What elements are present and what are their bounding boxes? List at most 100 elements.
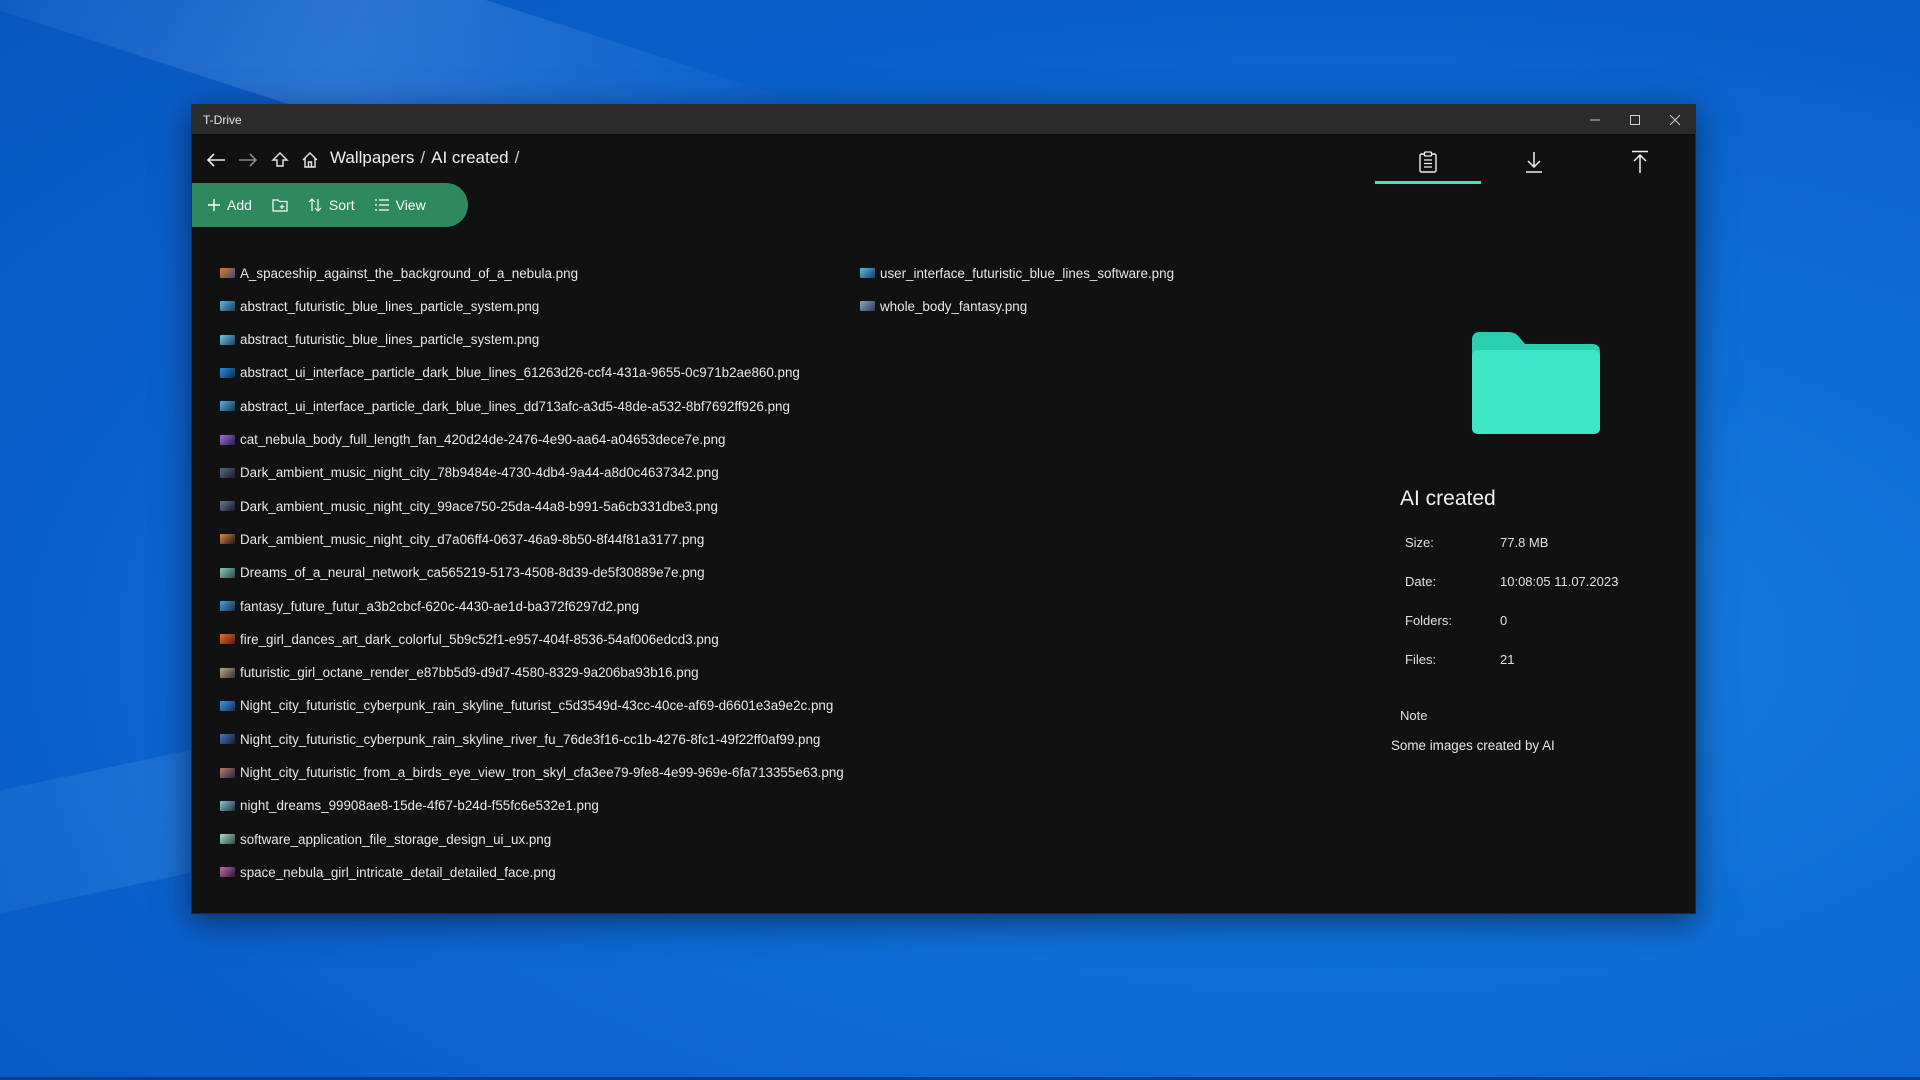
- home-icon: [302, 152, 318, 168]
- image-thumbnail-icon: [220, 501, 235, 512]
- file-item[interactable]: abstract_futuristic_blue_lines_particle_…: [220, 294, 539, 318]
- file-item[interactable]: Dark_ambient_music_night_city_78b9484e-4…: [220, 461, 719, 485]
- file-name: Night_city_futuristic_from_a_birds_eye_v…: [240, 765, 844, 780]
- file-item[interactable]: abstract_futuristic_blue_lines_particle_…: [220, 328, 539, 352]
- add-label: Add: [227, 197, 252, 213]
- image-thumbnail-icon: [220, 734, 235, 745]
- file-name: Dreams_of_a_neural_network_ca565219-5173…: [240, 565, 705, 581]
- file-item[interactable]: fantasy_future_futur_a3b2cbcf-620c-4430-…: [220, 594, 639, 618]
- image-thumbnail-icon: [220, 634, 235, 645]
- file-item[interactable]: futuristic_girl_octane_render_e87bb5d9-d…: [220, 661, 699, 685]
- new-folder-icon: [272, 199, 288, 212]
- image-thumbnail-icon: [220, 567, 235, 578]
- file-name: Dark_ambient_music_night_city_78b9484e-4…: [240, 465, 719, 481]
- upload-icon: [1632, 150, 1648, 173]
- image-thumbnail-icon: [220, 800, 235, 811]
- tab-download[interactable]: [1481, 140, 1587, 184]
- image-thumbnail-icon: [220, 834, 235, 845]
- file-item[interactable]: A_spaceship_against_the_background_of_a_…: [220, 261, 578, 285]
- breadcrumb-separator: /: [420, 148, 426, 167]
- list-view-icon: [374, 199, 389, 211]
- file-item[interactable]: Night_city_futuristic_cyberpunk_rain_sky…: [220, 694, 833, 718]
- date-value: 10:08:05 11.07.2023: [1500, 574, 1619, 589]
- file-name: software_application_file_storage_design…: [240, 831, 552, 847]
- image-thumbnail-icon: [220, 334, 235, 345]
- image-thumbnail-icon: [220, 268, 235, 278]
- file-item[interactable]: space_nebula_girl_intricate_detail_detai…: [220, 860, 556, 884]
- file-name: Dark_ambient_music_night_city_99ace750-2…: [240, 498, 718, 514]
- add-button[interactable]: Add: [192, 183, 262, 227]
- app-window: T-Drive Wallpapers / AI created / Add So…: [191, 104, 1696, 914]
- minimize-icon: [1590, 119, 1600, 120]
- forward-arrow-icon: [239, 153, 258, 167]
- file-item[interactable]: user_interface_futuristic_blue_lines_sof…: [860, 261, 1174, 285]
- clipboard-icon: [1419, 151, 1437, 173]
- minimize-button[interactable]: [1575, 105, 1615, 134]
- file-item[interactable]: abstract_ui_interface_particle_dark_blue…: [220, 394, 790, 418]
- file-item[interactable]: Night_city_futuristic_cyberpunk_rain_sky…: [220, 727, 820, 751]
- sort-label: Sort: [328, 197, 355, 213]
- side-panel-tabs: [1375, 140, 1695, 190]
- folders-value: 0: [1500, 613, 1508, 628]
- download-icon: [1526, 152, 1542, 173]
- toolbar: Add Sort View: [192, 183, 468, 227]
- title-bar: T-Drive: [192, 105, 1695, 134]
- image-thumbnail-icon: [220, 401, 235, 412]
- sort-icon: [308, 198, 322, 212]
- close-icon: [1670, 114, 1680, 125]
- folder-icon: [1472, 332, 1600, 434]
- back-arrow-icon: [206, 153, 225, 167]
- file-name: fire_girl_dances_art_dark_colorful_5b9c5…: [240, 631, 719, 647]
- image-thumbnail-icon: [220, 367, 235, 378]
- file-item[interactable]: Dark_ambient_music_night_city_d7a06ff4-0…: [220, 527, 704, 551]
- tab-info[interactable]: [1375, 140, 1481, 184]
- breadcrumb-item[interactable]: AI created: [431, 148, 509, 168]
- date-label: Date:: [1405, 574, 1437, 589]
- breadcrumb-item[interactable]: Wallpapers: [330, 148, 414, 168]
- files-value: 21: [1500, 652, 1515, 667]
- file-item[interactable]: software_application_file_storage_design…: [220, 827, 551, 851]
- file-item[interactable]: fire_girl_dances_art_dark_colorful_5b9c5…: [220, 627, 719, 651]
- image-thumbnail-icon: [220, 434, 235, 445]
- file-name: fantasy_future_futur_a3b2cbcf-620c-4430-…: [240, 598, 640, 614]
- note-label: Note: [1400, 708, 1428, 723]
- view-button[interactable]: View: [365, 183, 436, 227]
- file-name: abstract_ui_interface_particle_dark_blue…: [240, 398, 790, 414]
- breadcrumb-separator: /: [514, 148, 520, 167]
- file-item[interactable]: Dreams_of_a_neural_network_ca565219-5173…: [220, 561, 705, 585]
- file-name: abstract_futuristic_blue_lines_particle_…: [240, 298, 540, 314]
- file-item[interactable]: Dark_ambient_music_night_city_99ace750-2…: [220, 494, 718, 518]
- file-name: abstract_futuristic_blue_lines_particle_…: [240, 332, 540, 348]
- back-button[interactable]: [204, 150, 228, 170]
- file-item[interactable]: abstract_ui_interface_particle_dark_blue…: [220, 361, 800, 385]
- view-label: View: [395, 197, 426, 213]
- file-item[interactable]: cat_nebula_body_full_length_fan_420d24de…: [220, 428, 725, 452]
- file-name: A_spaceship_against_the_background_of_a_…: [240, 265, 579, 281]
- image-thumbnail-icon: [220, 467, 235, 478]
- window-title: T-Drive: [203, 113, 242, 127]
- file-name: futuristic_girl_octane_render_e87bb5d9-d…: [240, 665, 699, 681]
- file-name: space_nebula_girl_intricate_detail_detai…: [240, 864, 556, 880]
- breadcrumb: Wallpapers / AI created /: [330, 148, 519, 168]
- home-button[interactable]: [298, 150, 322, 170]
- tab-upload[interactable]: [1587, 140, 1693, 184]
- file-item[interactable]: Night_city_futuristic_from_a_birds_eye_v…: [220, 761, 844, 785]
- new-folder-button[interactable]: [262, 183, 298, 227]
- close-button[interactable]: [1655, 105, 1695, 134]
- note-text[interactable]: Some images created by AI: [1391, 738, 1555, 753]
- sort-button[interactable]: Sort: [298, 183, 365, 227]
- file-name: Night_city_futuristic_cyberpunk_rain_sky…: [240, 731, 821, 747]
- maximize-button[interactable]: [1615, 105, 1655, 134]
- info-title: AI created: [1400, 487, 1496, 510]
- image-thumbnail-icon: [220, 767, 235, 778]
- file-name: abstract_ui_interface_particle_dark_blue…: [240, 365, 800, 381]
- file-item[interactable]: night_dreams_99908ae8-15de-4f67-b24d-f55…: [220, 794, 599, 818]
- file-item[interactable]: whole_body_fantasy.png: [860, 294, 1027, 318]
- forward-button[interactable]: [236, 150, 260, 170]
- file-name: night_dreams_99908ae8-15de-4f67-b24d-f55…: [240, 798, 599, 814]
- image-thumbnail-icon: [220, 700, 235, 711]
- size-value: 77.8 MB: [1500, 535, 1549, 550]
- files-label: Files:: [1405, 652, 1437, 667]
- image-thumbnail-icon: [860, 301, 875, 312]
- up-button[interactable]: [268, 150, 292, 170]
